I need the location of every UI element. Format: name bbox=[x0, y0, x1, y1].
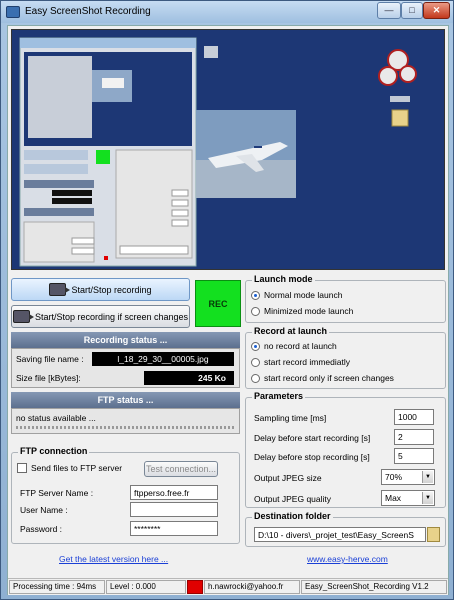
size-file-value: 245 Ko bbox=[144, 371, 234, 385]
processing-time: Processing time : 94ms bbox=[9, 580, 105, 594]
recording-status-header: Recording status ... bbox=[11, 332, 240, 348]
saving-file-value: l_18_29_30__00005.jpg bbox=[92, 352, 234, 366]
ftp-progress-dots bbox=[16, 426, 235, 429]
send-ftp-label: Send files to FTP server bbox=[31, 463, 123, 473]
ftp-status-message: no status available ... bbox=[16, 413, 96, 423]
delay-stop-input[interactable]: 5 bbox=[394, 448, 434, 464]
record-at-launch-group: Record at launch no record at launch sta… bbox=[245, 326, 446, 389]
start-stop-recording-button[interactable]: Start/Stop recording bbox=[11, 278, 190, 301]
start-immediately-label: start record immediatly bbox=[264, 357, 350, 367]
camera-icon bbox=[49, 283, 71, 296]
sampling-time-label: Sampling time [ms] bbox=[254, 413, 327, 423]
author-email: h.nawrocki@yahoo.fr bbox=[204, 580, 300, 594]
latest-version-link[interactable]: Get the latest version here ... bbox=[59, 554, 168, 564]
ftp-connection-group: FTP connection Send files to FTP server … bbox=[11, 446, 240, 544]
ftp-status-header: FTP status ... bbox=[11, 392, 240, 408]
no-record-radio[interactable] bbox=[251, 342, 260, 351]
jpeg-quality-value: Max bbox=[385, 493, 402, 503]
launch-mode-group: Launch mode Normal mode launch Minimized… bbox=[245, 274, 446, 323]
status-indicator bbox=[187, 580, 203, 594]
normal-mode-radio[interactable] bbox=[251, 291, 260, 300]
size-file-label: Size file [kBytes]: bbox=[16, 373, 81, 383]
version-label: Easy_ScreenShot_Recording V1.2 bbox=[301, 580, 447, 594]
test-connection-button[interactable]: Test connection... bbox=[144, 461, 218, 477]
window-title: Easy ScreenShot Recording bbox=[25, 6, 151, 17]
delay-start-label: Delay before start recording [s] bbox=[254, 433, 371, 443]
no-record-label: no record at launch bbox=[264, 341, 337, 351]
chevron-down-icon: ▼ bbox=[422, 471, 433, 483]
app-icon bbox=[6, 6, 20, 18]
delay-start-input[interactable]: 2 bbox=[394, 429, 434, 445]
user-name-label: User Name : bbox=[20, 505, 68, 515]
normal-mode-label: Normal mode launch bbox=[264, 290, 343, 300]
jpeg-quality-select[interactable]: Max ▼ bbox=[381, 490, 435, 506]
start-immediately-radio[interactable] bbox=[251, 358, 260, 367]
sampling-time-input[interactable]: 1000 bbox=[394, 409, 434, 425]
password-label: Password : bbox=[20, 524, 63, 534]
jpeg-size-label: Output JPEG size bbox=[254, 473, 322, 483]
level-value: Level : 0.000 bbox=[106, 580, 186, 594]
status-bar: Processing time : 94ms Level : 0.000 h.n… bbox=[8, 578, 448, 595]
client-area: Start/Stop recording Start/Stop recordin… bbox=[7, 25, 449, 595]
destination-path-input[interactable]: D:\10 - divers\_projet_test\Easy_ScreenS bbox=[254, 527, 426, 542]
start-stop-label: Start/Stop recording bbox=[71, 284, 152, 295]
saving-file-label: Saving file name : bbox=[16, 354, 84, 364]
maximize-button[interactable]: □ bbox=[401, 2, 423, 19]
launch-mode-title: Launch mode bbox=[252, 274, 315, 284]
ftp-status-panel: no status available ... bbox=[11, 408, 240, 434]
app-window: Easy ScreenShot Recording — □ ✕ Start/St… bbox=[0, 0, 454, 600]
jpeg-size-value: 70% bbox=[385, 472, 403, 482]
minimize-button[interactable]: — bbox=[377, 2, 401, 19]
chevron-down-icon: ▼ bbox=[422, 492, 433, 504]
user-name-input[interactable] bbox=[130, 502, 218, 517]
password-input[interactable]: ******** bbox=[130, 521, 218, 536]
folder-icon[interactable] bbox=[427, 527, 440, 542]
website-link[interactable]: www.easy-herve.com bbox=[307, 554, 388, 564]
ftp-server-input[interactable]: ftpperso.free.fr bbox=[130, 485, 218, 500]
parameters-title: Parameters bbox=[252, 391, 306, 401]
start-stop-if-changes-button[interactable]: Start/Stop recording if screen changes bbox=[11, 305, 190, 328]
send-ftp-checkbox[interactable] bbox=[17, 463, 27, 473]
minimized-mode-label: Minimized mode launch bbox=[264, 306, 354, 316]
minimized-mode-radio[interactable] bbox=[251, 307, 260, 316]
parameters-group: Parameters Sampling time [ms] 1000 Delay… bbox=[245, 391, 446, 508]
screen-preview bbox=[11, 29, 445, 270]
ftp-connection-title: FTP connection bbox=[18, 446, 90, 456]
close-button[interactable]: ✕ bbox=[423, 2, 450, 19]
rec-indicator: REC bbox=[195, 280, 241, 327]
jpeg-size-select[interactable]: 70% ▼ bbox=[381, 469, 435, 485]
start-if-changes-label: start record only if screen changes bbox=[264, 373, 394, 383]
delay-stop-label: Delay before stop recording [s] bbox=[254, 452, 370, 462]
start-stop-changes-label: Start/Stop recording if screen changes bbox=[34, 311, 189, 322]
destination-folder-title: Destination folder bbox=[252, 511, 333, 521]
record-at-launch-title: Record at launch bbox=[252, 326, 330, 336]
preview-image bbox=[12, 30, 444, 269]
camera-icon bbox=[12, 310, 34, 323]
start-if-changes-radio[interactable] bbox=[251, 374, 260, 383]
destination-folder-group: Destination folder D:\10 - divers\_proje… bbox=[245, 511, 446, 547]
recording-status-panel: Saving file name : l_18_29_30__00005.jpg… bbox=[11, 348, 240, 388]
ftp-server-label: FTP Server Name : bbox=[20, 488, 94, 498]
jpeg-quality-label: Output JPEG quality bbox=[254, 494, 332, 504]
title-bar[interactable]: Easy ScreenShot Recording — □ ✕ bbox=[1, 1, 453, 23]
